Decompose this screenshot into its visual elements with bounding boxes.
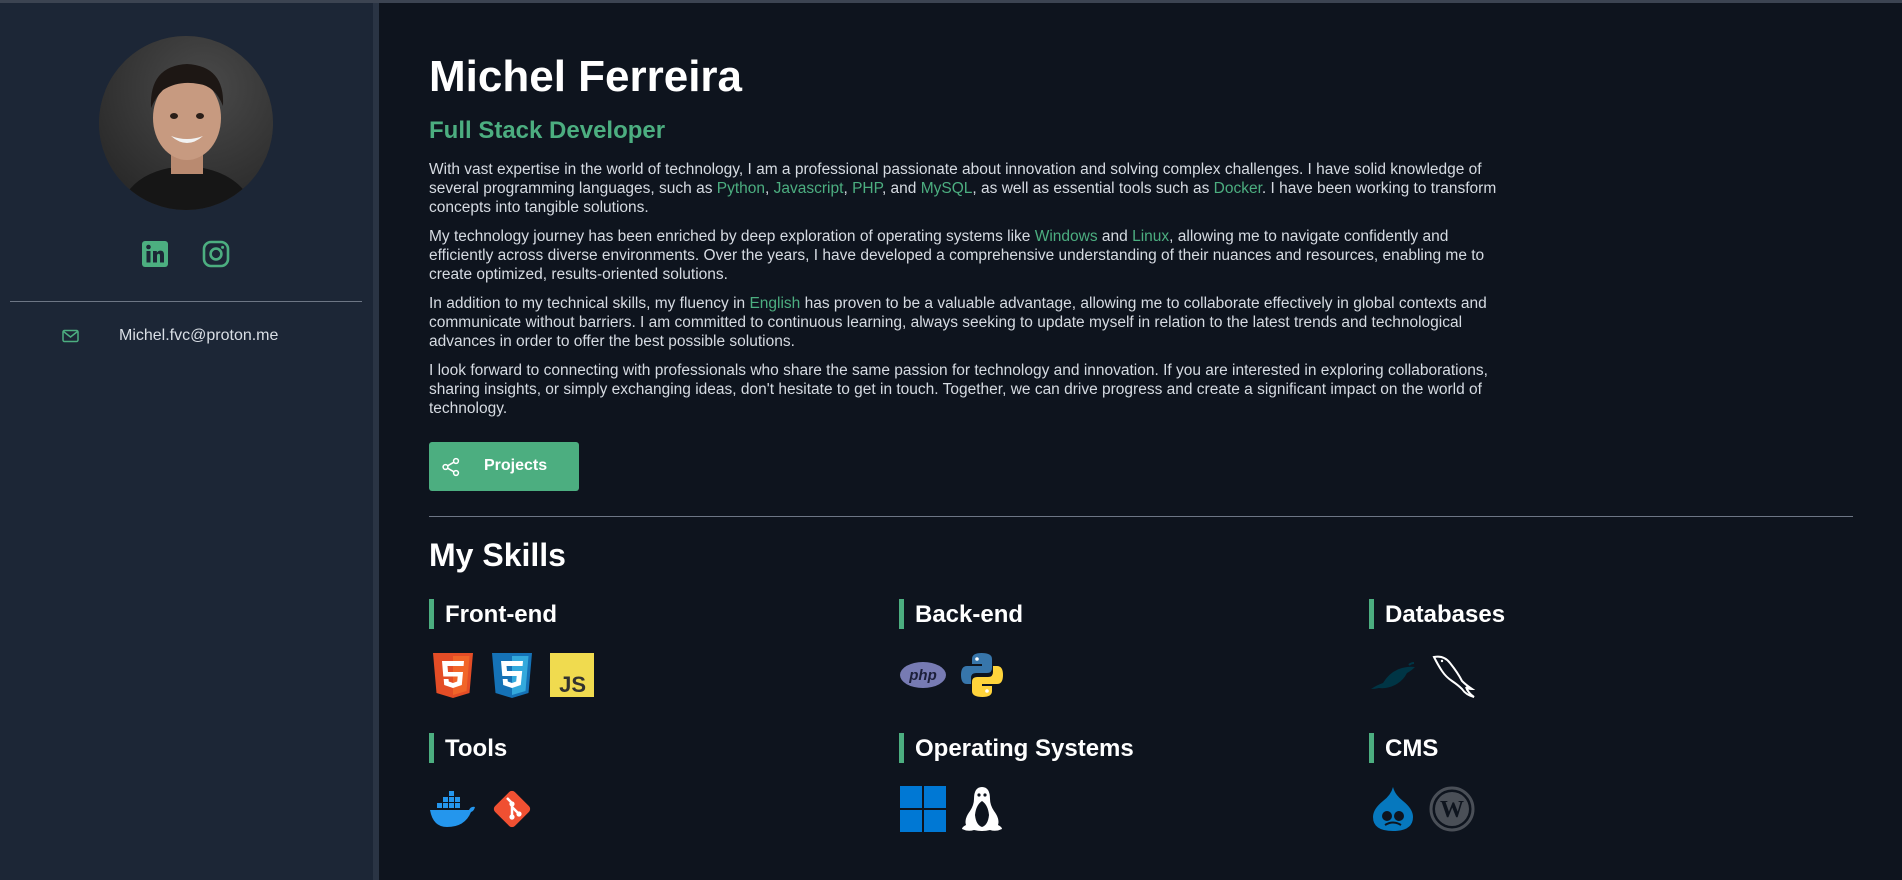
svg-text:W: W [1440,797,1464,823]
docker-icon [429,785,477,833]
mariadb-icon [1369,651,1417,699]
windows-icon [899,785,947,833]
sidebar-divider [10,301,362,302]
bio-paragraph: I look forward to connecting with profes… [429,361,1509,418]
skill-group-title: Operating Systems [915,735,1134,762]
svg-text:php: php [908,667,937,684]
bio-keyword: Javascript [773,180,844,197]
linux-icon [958,785,1006,833]
linkedin-icon[interactable] [141,240,169,268]
bio-text: , [765,180,774,197]
bio-paragraph: My technology journey has been enriched … [429,227,1509,284]
projects-button[interactable]: Projects [429,442,579,491]
skill-accent-bar [1369,599,1374,629]
skill-group-back-end: Back-end php [899,599,1299,709]
bio-text: In addition to my technical skills, my f… [429,295,750,312]
job-title: Full Stack Developer [429,117,666,144]
bio-text: , [843,180,853,197]
bio-keyword: PHP [852,180,882,197]
email-link[interactable]: Michel.fvc@proton.me [119,327,278,345]
bio-keyword: Python [716,180,766,197]
page-title: Michel Ferreira [429,52,743,101]
bio-keyword: Windows [1034,228,1098,245]
drupal-icon [1369,785,1417,833]
skills-title: My Skills [429,537,566,573]
skill-group-title: Databases [1385,601,1506,628]
avatar [99,36,273,210]
css3-icon [488,651,536,699]
bio-keyword: MySQL [920,180,973,197]
php-icon: php [899,651,947,699]
bio-text: and [1097,228,1133,245]
javascript-icon: JS [548,651,596,699]
git-icon [488,785,536,833]
bio-text: , and [881,180,921,197]
skill-group-databases: Databases [1369,599,1769,709]
skill-group-title: CMS [1385,735,1439,762]
projects-button-label: Projects [484,457,548,474]
skill-accent-bar [899,599,904,629]
skill-group-title: Tools [445,735,508,762]
skill-group-tools: Tools [429,733,829,843]
share-icon [441,457,461,477]
bio-text: My technology journey has been enriched … [429,228,1035,245]
mail-icon [61,328,81,344]
skill-accent-bar [1369,733,1374,763]
skill-accent-bar [899,733,904,763]
email-row[interactable]: Michel.fvc@proton.me [0,325,373,349]
instagram-icon[interactable] [202,240,230,268]
section-divider [429,516,1853,517]
skill-group-title: Front-end [445,601,557,628]
skill-group-operating-systems: Operating Systems [899,733,1299,843]
bio-text: , as well as essential tools such as [972,180,1214,197]
bio-keyword: English [749,295,801,312]
skill-group-title: Back-end [915,601,1024,628]
skill-group-front-end: Front-end JS [429,599,829,709]
profile-sidebar: Michel.fvc@proton.me [0,3,373,880]
skill-accent-bar [429,599,434,629]
wordpress-icon: W [1428,785,1476,833]
svg-text:JS: JS [559,672,586,697]
skill-group-cms: CMS W [1369,733,1769,843]
bio-keyword: Linux [1132,228,1170,245]
html5-icon [429,651,477,699]
bio-paragraph: In addition to my technical skills, my f… [429,294,1509,351]
skill-accent-bar [429,733,434,763]
sidebar-edge [373,3,379,880]
bio-keyword: Docker [1213,180,1262,197]
bio-paragraph: With vast expertise in the world of tech… [429,160,1509,217]
mysql-icon [1428,651,1476,699]
python-icon [958,651,1006,699]
bio-section: With vast expertise in the world of tech… [429,160,1509,428]
bio-text: I look forward to connecting with profes… [429,362,1488,417]
